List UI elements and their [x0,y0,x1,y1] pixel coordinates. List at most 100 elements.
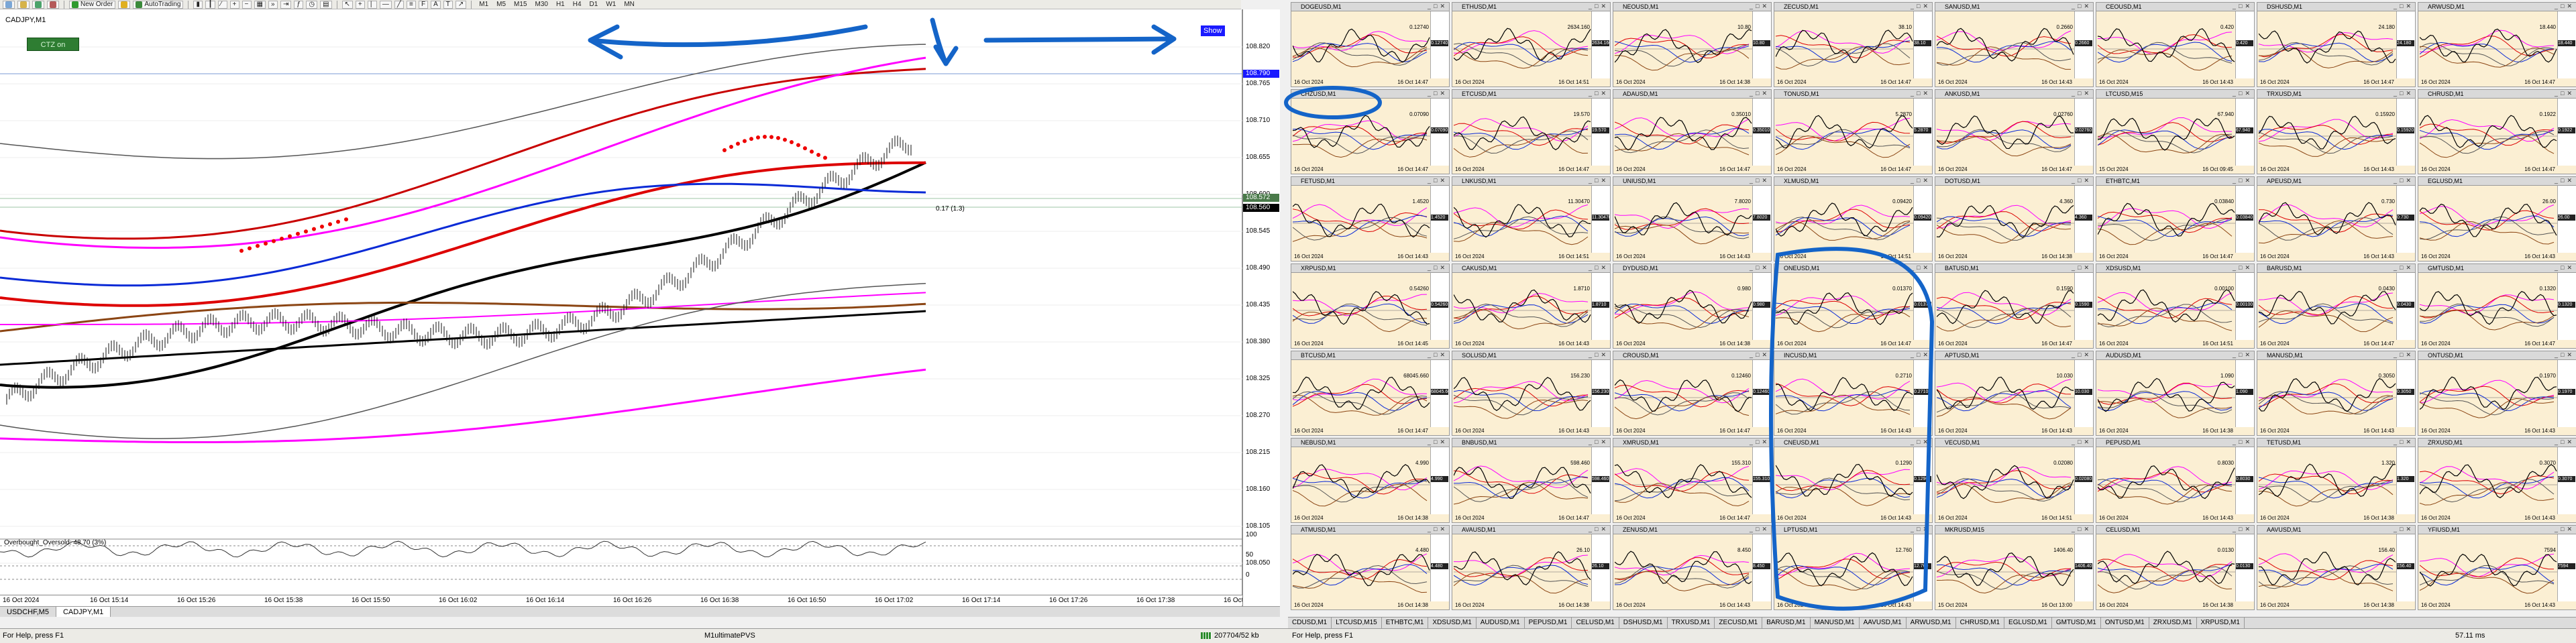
channel-icon[interactable]: ≡ [406,0,416,9]
window-controls-icon[interactable]: _□✕ [1589,264,1609,272]
mini-chart-titlebar[interactable]: GMTUSD,M1 _□✕ [2418,264,2576,273]
mini-chart-titlebar[interactable]: ZENUSD,M1 _□✕ [1613,526,1771,534]
mini-chart-window[interactable]: XMRUSD,M1 _□✕ 155.310 155.310 16 Oct 2024 16 … [1613,438,1772,523]
mini-chart-titlebar[interactable]: CROUSD,M1 _□✕ [1613,351,1771,360]
main-chart-window[interactable]: 0.17 (1.3) CADJPY,M1 CTZ on Show Overbou… [0,9,1262,606]
window-controls-icon[interactable]: _□✕ [1750,264,1770,272]
show-button[interactable]: Show [1201,25,1225,36]
mini-chart-window[interactable]: AAVUSD,M1 _□✕ 156.40 156.40 16 Oct 2024 16 Oc… [2257,525,2416,610]
mini-chart-window[interactable]: SANUSD,M1 _□✕ 0.2660 0.2660 16 Oct 2024 16 Oc… [1935,2,2094,87]
trendline-icon[interactable]: ╱ [394,0,404,9]
mini-chart-window[interactable]: FETUSD,M1 _□✕ 1.4520 1.4520 16 Oct 2024 16 Oc… [1291,176,1450,261]
window-controls-icon[interactable]: _□✕ [1911,177,1931,184]
tile-windows-icon[interactable]: ▦ [254,0,266,9]
mini-chart-titlebar[interactable]: TETUSD,M1 _□✕ [2257,439,2415,447]
window-controls-icon[interactable]: _□✕ [1589,439,1609,446]
mini-chart-window[interactable]: BNBUSD,M1 _□✕ 598.460 598.460 16 Oct 2024 16 … [1452,438,1611,523]
window-controls-icon[interactable]: _□✕ [2072,264,2092,272]
mini-chart-window[interactable]: BTCUSD,M1_□✕68045.66068045.66016 Oct 202… [1291,351,1450,436]
window-controls-icon[interactable]: _□✕ [1589,90,1609,97]
mini-chart-titlebar[interactable]: DOTUSD,M1 _□✕ [1935,177,2093,186]
profiles-icon[interactable] [17,0,30,9]
window-controls-icon[interactable]: _□✕ [1911,3,1931,10]
window-controls-icon[interactable]: _□✕ [2555,439,2575,446]
mini-chart-titlebar[interactable]: ETCUSD,M1 _□✕ [1452,90,1610,99]
mini-chart-window[interactable]: VECUSD,M1 _□✕ 0.02080 0.02080 16 Oct 2024 16 … [1935,438,2094,523]
mini-chart-window[interactable]: CROUSD,M1 _□✕ 0.12460 0.12460 16 Oct 2024 16 … [1613,351,1772,436]
mini-chart-window[interactable]: ETHBTC,M1 _□✕ 0.03840 0.03840 16 Oct 2024 16 … [2096,176,2255,261]
tab-usdchf[interactable]: USDCHF,M5 [0,607,56,617]
mini-chart-window[interactable]: MANUSD,M1 _□✕ 0.3050 0.3050 16 Oct 2024 16 Oc… [2257,351,2416,436]
grid-tab[interactable]: ETHBTC,M1 [1382,618,1429,628]
mini-chart-window[interactable]: PEPUSD,M1 _□✕ 0.8030 0.8030 16 Oct 2024 16 Oc… [2096,438,2255,523]
mini-chart-titlebar[interactable]: LNKUSD,M1 _□✕ [1452,177,1610,186]
mini-chart-titlebar[interactable]: TONUSD,M1 _□✕ [1774,90,1932,99]
mini-chart-window[interactable]: SOLUSD,M1 _□✕ 156.230 156.230 16 Oct 2024 16 … [1452,351,1611,436]
mini-chart-titlebar[interactable]: BTCUSD,M1 _□✕ [1291,351,1449,360]
mini-chart-titlebar[interactable]: NEBUSD,M1 _□✕ [1291,439,1449,447]
grid-tab[interactable]: DSHUSD,M1 [1619,618,1668,628]
mini-chart-window[interactable]: ONTUSD,M1 _□✕ 0.1970 0.1970 16 Oct 2024 16 Oc… [2418,351,2576,436]
mini-chart-titlebar[interactable]: ZRXUSD,M1 _□✕ [2418,439,2576,447]
mini-chart-titlebar[interactable]: DYDUSD,M1 _□✕ [1613,264,1771,273]
mini-chart-titlebar[interactable]: AVAUSD,M1 _□✕ [1452,526,1610,534]
mini-chart-titlebar[interactable]: ADAUSD,M1 _□✕ [1613,90,1771,99]
window-controls-icon[interactable]: _□✕ [2233,526,2253,533]
mini-chart-window[interactable]: ONEUSD,M1 _□✕ 0.01370 0.01370 16 Oct 2024 16 … [1774,264,1933,349]
mini-chart-window[interactable]: CAKUSD,M1 _□✕ 1.8710 1.8710 16 Oct 2024 16 Oc… [1452,264,1611,349]
window-controls-icon[interactable]: _□✕ [2394,264,2414,272]
mini-chart-titlebar[interactable]: UNIUSD,M1 _□✕ [1613,177,1771,186]
mini-chart-titlebar[interactable]: CHZUSD,M1 _□✕ [1291,90,1449,99]
mini-chart-titlebar[interactable]: BNBUSD,M1 _□✕ [1452,439,1610,447]
vertical-line-icon[interactable]: | [367,0,377,9]
mini-chart-titlebar[interactable]: AUDUSD,M1 _□✕ [2096,351,2254,360]
mini-chart-titlebar[interactable]: CELUSD,M1 _□✕ [2096,526,2254,534]
fibonacci-icon[interactable]: F [418,0,429,9]
mini-chart-window[interactable]: MKRUSD,M15 _□✕ 1406.40 1406.40 15 Oct 2024 16… [1935,525,2094,610]
mini-chart-titlebar[interactable]: ETHBTC,M1 _□✕ [2096,177,2254,186]
autotrading-button[interactable]: AutoTrading [133,0,184,9]
status-profile[interactable]: M1ultimatePVS [704,632,755,640]
timeframe-w1[interactable]: W1 [603,1,619,8]
mini-chart-titlebar[interactable]: DOGEUSD,M1 _□✕ [1291,3,1449,11]
mini-chart-window[interactable]: TRXUSD,M1 _□✕ 0.15920 0.15920 16 Oct 2024 16 … [2257,89,2416,174]
mini-chart-titlebar[interactable]: VECUSD,M1 _□✕ [1935,439,2093,447]
window-controls-icon[interactable]: _□✕ [2233,90,2253,97]
mini-chart-titlebar[interactable]: DSHUSD,M1 _□✕ [2257,3,2415,11]
window-controls-icon[interactable]: _□✕ [1589,3,1609,10]
candlestick-icon[interactable]: ┃ [205,0,215,9]
grid-tab[interactable]: GMTUSD,M1 [2052,618,2101,628]
window-controls-icon[interactable]: _□✕ [2555,264,2575,272]
mini-chart-titlebar[interactable]: AAVUSD,M1 _□✕ [2257,526,2415,534]
window-controls-icon[interactable]: _□✕ [2394,90,2414,97]
mini-chart-titlebar[interactable]: LTCUSD,M15 _□✕ [2096,90,2254,99]
window-controls-icon[interactable]: _□✕ [2233,439,2253,446]
mini-chart-window[interactable]: CNEUSD,M1 _□✕ 0.1290 0.1290 16 Oct 2024 16 Oc… [1774,438,1933,523]
timeframe-d1[interactable]: D1 [587,1,601,8]
mini-chart-window[interactable]: APTUSD,M1 _□✕ 10.030 10.030 16 Oct 2024 16 Oc… [1935,351,2094,436]
grid-tab[interactable]: ZRXUSD,M1 [2149,618,2197,628]
timeframe-m15[interactable]: M15 [511,1,529,8]
window-controls-icon[interactable]: _□✕ [1750,439,1770,446]
mini-chart-titlebar[interactable]: TRXUSD,M1 _□✕ [2257,90,2415,99]
mini-chart-window[interactable]: DYDUSD,M1 _□✕ 0.980 0.980 16 Oct 2024 16 Oct … [1613,264,1772,349]
window-controls-icon[interactable]: _□✕ [1750,177,1770,184]
mini-chart-window[interactable]: NEOUSD,M1 _□✕ 10.80 10.80 16 Oct 2024 16 Oct … [1613,2,1772,87]
window-controls-icon[interactable]: _□✕ [2233,264,2253,272]
mini-chart-titlebar[interactable]: ANKUSD,M1 _□✕ [1935,90,2093,99]
grid-tab[interactable]: ARWUSD,M1 [1907,618,1956,628]
mini-chart-window[interactable]: BARUSD,M1 _□✕ 0.0430 0.0430 16 Oct 2024 16 Oc… [2257,264,2416,349]
mini-chart-window[interactable]: CHRUSD,M1 _□✕ 0.1922 0.1922 16 Oct 2024 16 Oc… [2418,89,2576,174]
grid-tab[interactable]: ONTUSD,M1 [2101,618,2149,628]
timeframe-m30[interactable]: M30 [533,1,551,8]
mini-chart-titlebar[interactable]: BARUSD,M1 _□✕ [2257,264,2415,273]
mini-chart-window[interactable]: AVAUSD,M1 _□✕ 26.10 26.10 16 Oct 2024 16 Oct … [1452,525,1611,610]
mini-chart-titlebar[interactable]: EGLUSD,M1 _□✕ [2418,177,2576,186]
timeframe-mn[interactable]: MN [621,1,637,8]
window-controls-icon[interactable]: _□✕ [1428,526,1448,533]
window-controls-icon[interactable]: _□✕ [1911,264,1931,272]
mini-chart-window[interactable]: ARWUSD,M1 _□✕ 18.440 18.440 16 Oct 2024 16 Oc… [2418,2,2576,87]
mini-chart-window[interactable]: ETHUSD,M1 _□✕ 2634.160 2634.160 16 Oct 2024 1… [1452,2,1611,87]
price-scale[interactable]: 108.820108.765108.710108.655108.600108.5… [1242,9,1280,606]
mini-chart-window[interactable]: DOGEUSD,M1 _□✕ 0.12740 0.12740 16 Oct 2024 16… [1291,2,1450,87]
